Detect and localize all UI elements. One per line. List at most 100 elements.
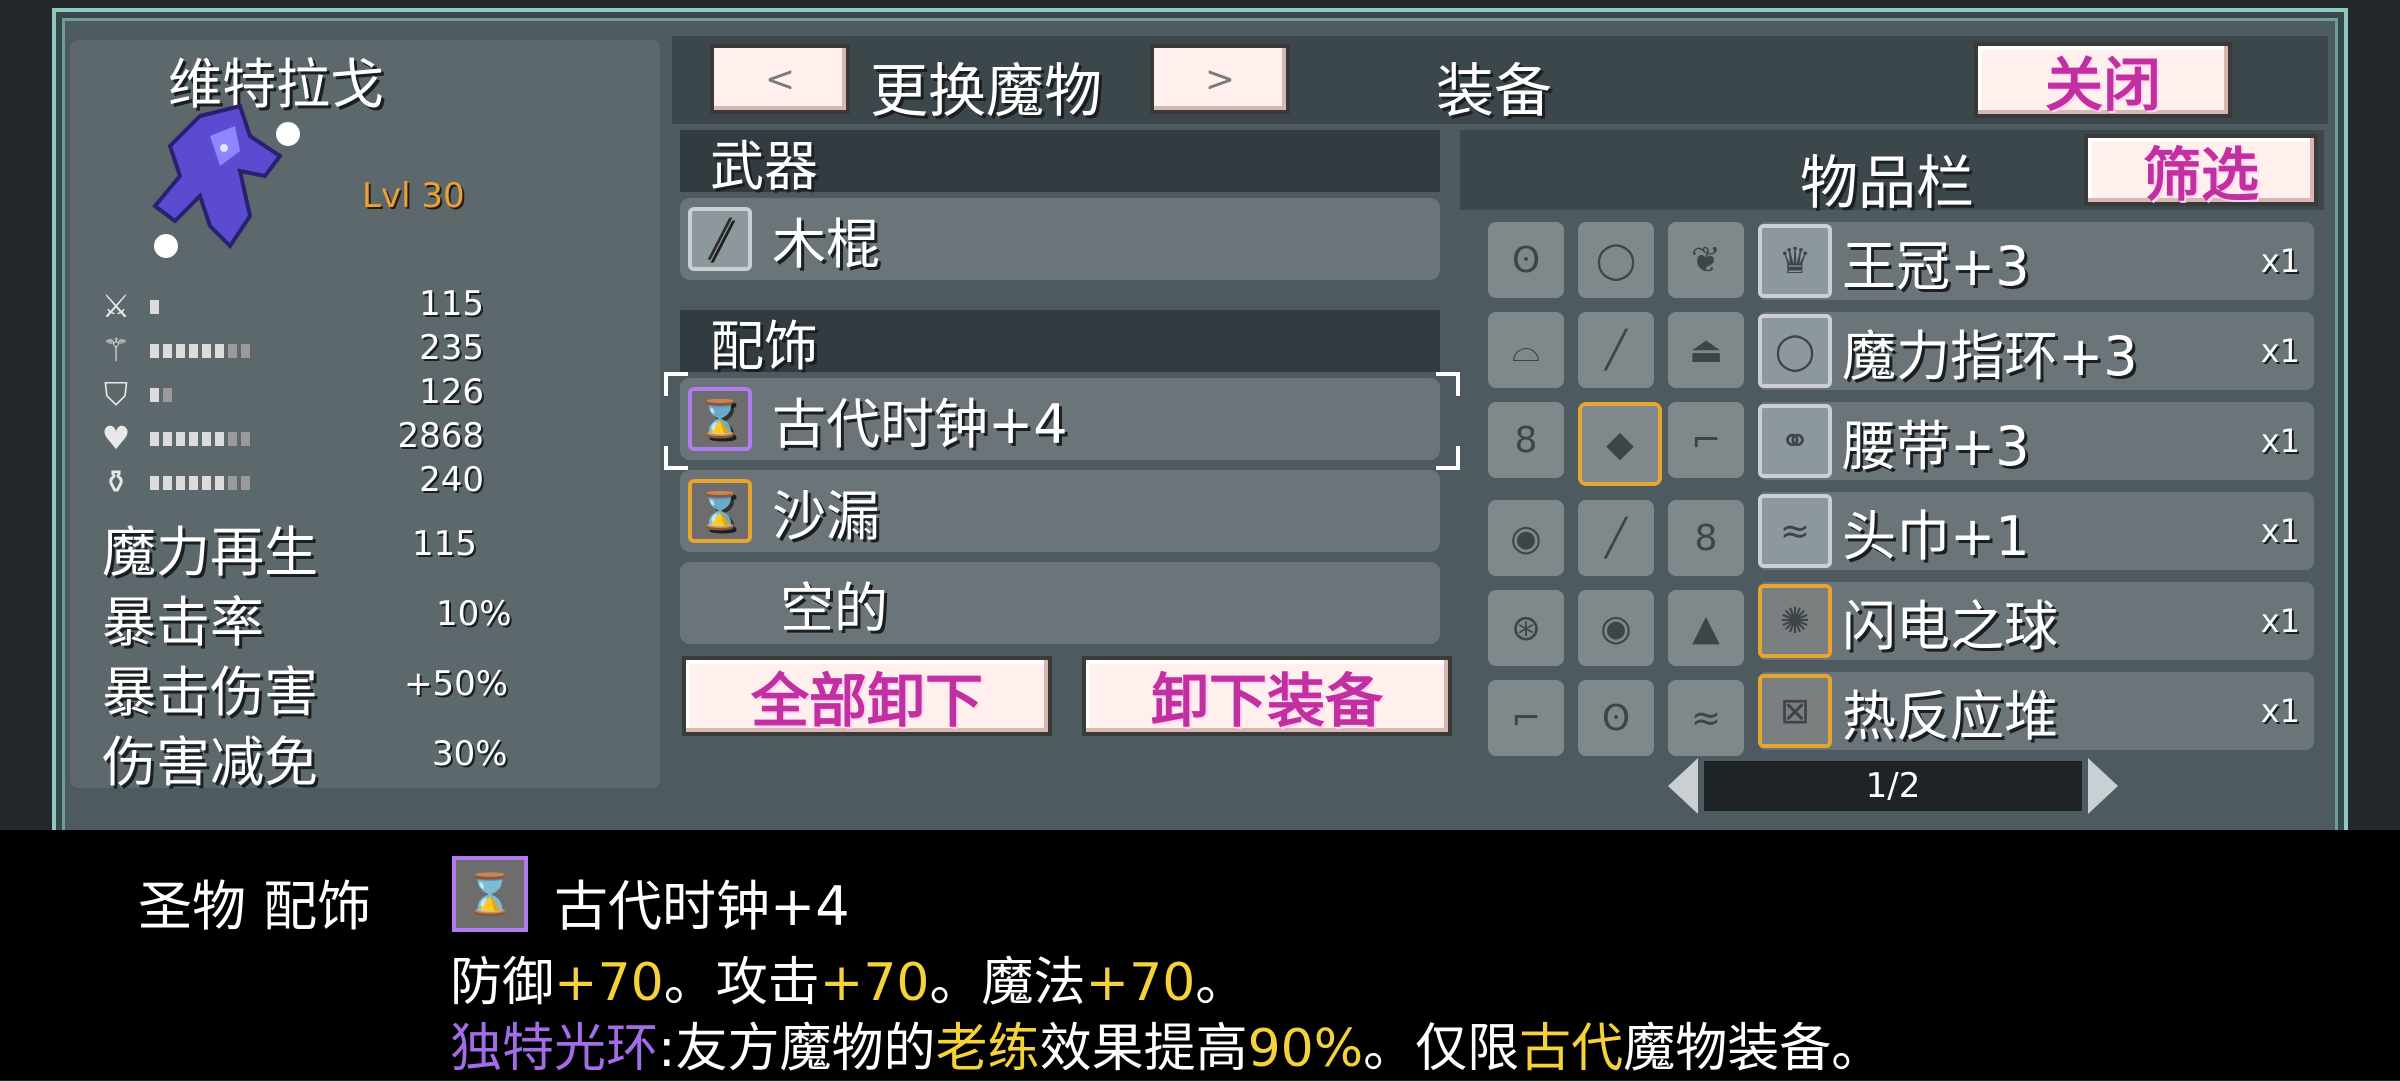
inventory-item-4-name: 头巾+1 — [1842, 504, 2030, 568]
close-button[interactable]: 关闭 — [1974, 42, 2232, 119]
accessory-slot-1[interactable]: ⌛ 古代时钟+4 — [680, 378, 1440, 460]
lightning-orb-icon: ✺ — [1758, 584, 1832, 658]
crit-rate-value: 10% — [436, 594, 512, 634]
helmet-icon[interactable]: ⌓ — [1488, 312, 1564, 388]
tooltip-highlight: 90% — [1247, 1019, 1364, 1079]
next-monster-button[interactable]: > — [1150, 44, 1290, 114]
hourglass-icon: ⌛ — [688, 387, 752, 451]
ring-icon: ◯ — [1758, 314, 1832, 388]
accessory-slot-2-label: 沙漏 — [772, 484, 880, 548]
stat-health-value: 2868 — [397, 416, 484, 456]
crit-rate-label: 暴击率 — [102, 591, 264, 654]
tooltip-category: 圣物 配饰 — [138, 875, 372, 938]
stat-mana-value: 240 — [419, 460, 484, 500]
accessory-slot-3[interactable]: 空的 — [680, 562, 1440, 644]
stat-bar-attack — [150, 300, 159, 314]
ring-icon[interactable]: ◯ — [1578, 222, 1654, 298]
stat-bar-defense — [150, 388, 172, 402]
filter-button[interactable]: 筛选 — [2084, 134, 2318, 209]
mana-regen-value: 115 — [412, 524, 477, 564]
stat-bar-magic — [150, 344, 250, 358]
stat-bar-health — [150, 432, 250, 446]
accessory-slot-2[interactable]: ⌛ 沙漏 — [680, 470, 1440, 552]
crit-damage-value: +50% — [404, 664, 509, 704]
hourglass-icon: ⌛ — [452, 856, 528, 932]
selection-corner — [664, 372, 688, 396]
staff-icon[interactable]: ╱ — [1578, 312, 1654, 388]
feather-icon[interactable]: ❦ — [1668, 222, 1744, 298]
page-prev-arrow-icon[interactable] — [1668, 758, 1698, 814]
stat-attack-value: 115 — [419, 284, 484, 324]
inventory-item-3[interactable]: ⚭ 腰带+3 x1 — [1758, 402, 2314, 480]
crown-icon: ♛ — [1758, 224, 1832, 298]
inventory-grid: ʘ ◯ ❦ ⌓ ╱ ⏏ 8 ◆ ⌐ ◉ ╱ 8 ⊛ ◉ ▲ ⌐ ʘ ≈ — [1488, 222, 1744, 756]
inventory-item-5[interactable]: ✺ 闪电之球 x1 — [1758, 582, 2314, 660]
monster-level: Lvl 30 — [362, 176, 465, 216]
scarf-icon: ≈ — [1758, 494, 1832, 568]
tooltip-aura-line: 独特光环:友方魔物的老练效果提高90%。仅限古代魔物装备。 — [450, 1006, 1883, 1081]
potion-icon: ⚱ — [102, 463, 130, 501]
inventory-item-5-name: 闪电之球 — [1842, 594, 2058, 658]
inventory-item-6[interactable]: ⊠ 热反应堆 x1 — [1758, 672, 2314, 750]
amulet-icon[interactable]: ◉ — [1488, 500, 1564, 576]
selection-corner — [1436, 372, 1460, 396]
wizard-hat-icon[interactable]: ▲ — [1668, 590, 1744, 666]
tooltip-text: 。 — [1195, 953, 1248, 1013]
weapon-heading: 武器 — [680, 130, 1440, 198]
staff-icon[interactable]: ╱ — [1578, 500, 1654, 576]
inventory-item-2[interactable]: ◯ 魔力指环+3 x1 — [1758, 312, 2314, 390]
bell-icon[interactable]: 8 — [1668, 500, 1744, 576]
tooltip-text: 。攻击 — [663, 953, 820, 1013]
tooltip-text: 。仅限 — [1363, 1019, 1520, 1079]
inventory-item-3-name: 腰带+3 — [1842, 414, 2030, 478]
scarf-icon[interactable]: ≈ — [1668, 680, 1744, 756]
stat-bar-mana — [150, 476, 250, 490]
shield-icon[interactable]: ⊛ — [1488, 590, 1564, 666]
gloves-icon[interactable]: ʘ — [1488, 222, 1564, 298]
bell-icon[interactable]: 8 — [1488, 402, 1564, 478]
mana-regen-label: 魔力再生 — [102, 521, 318, 584]
inventory-item-4[interactable]: ≈ 头巾+1 x1 — [1758, 492, 2314, 570]
prev-monster-button[interactable]: < — [710, 44, 850, 114]
belt-icon: ⚭ — [1758, 404, 1832, 478]
tooltip-highlight: 古代 — [1519, 1019, 1624, 1079]
selection-corner — [664, 446, 688, 470]
sword-icon: ⚔ — [101, 287, 131, 325]
tooltip-highlight: 老练 — [935, 1019, 1040, 1079]
inventory-item-1-qty: x1 — [2260, 242, 2300, 280]
accessory-heading: 配饰 — [680, 310, 1440, 378]
tooltip-highlight: +70 — [1085, 953, 1196, 1013]
inventory-item-2-qty: x1 — [2260, 332, 2300, 370]
monster-sprite — [152, 103, 300, 258]
tooltip-text: 防御 — [450, 953, 555, 1013]
stick-icon: ╱ — [688, 207, 752, 271]
inventory-pager: 1/2 — [1668, 756, 2118, 816]
page-next-arrow-icon[interactable] — [2088, 758, 2118, 814]
tooltip-text: 魔物装备。 — [1623, 1019, 1884, 1079]
damage-reduction-value: 30% — [432, 734, 508, 774]
inventory-item-5-qty: x1 — [2260, 602, 2300, 640]
tooltip-stat-line: 防御+70。攻击+70。魔法+70。 — [450, 940, 1247, 1015]
hat-icon[interactable]: ⏏ — [1668, 312, 1744, 388]
boot-icon[interactable]: ⌐ — [1488, 680, 1564, 756]
amulet-icon[interactable]: ◉ — [1578, 590, 1654, 666]
accessory-slot-3-label: 空的 — [780, 576, 888, 640]
crit-damage-label: 暴击伤害 — [102, 661, 318, 724]
inventory-item-1[interactable]: ♛ 王冠+3 x1 — [1758, 222, 2314, 300]
tooltip-highlight: +70 — [819, 953, 930, 1013]
shield-icon: ⛉ — [103, 375, 128, 413]
page-title: 装备 — [1436, 57, 1553, 125]
gem-icon[interactable]: ◆ — [1578, 402, 1662, 486]
heart-icon: ♥ — [101, 419, 131, 457]
unequip-button[interactable]: 卸下装备 — [1082, 656, 1452, 736]
weapon-item-name: 木棍 — [772, 212, 880, 276]
boot-icon[interactable]: ⌐ — [1668, 402, 1744, 478]
inventory-item-3-qty: x1 — [2260, 422, 2300, 460]
weapon-slot[interactable]: ╱ 木棍 — [680, 198, 1440, 280]
inventory-item-4-qty: x1 — [2260, 512, 2300, 550]
inventory-item-6-name: 热反应堆 — [1842, 684, 2058, 748]
gloves-icon[interactable]: ʘ — [1578, 680, 1654, 756]
inventory-item-2-name: 魔力指环+3 — [1842, 324, 2138, 388]
unequip-all-button[interactable]: 全部卸下 — [682, 656, 1052, 736]
hourglass-icon: ⌛ — [688, 479, 752, 543]
